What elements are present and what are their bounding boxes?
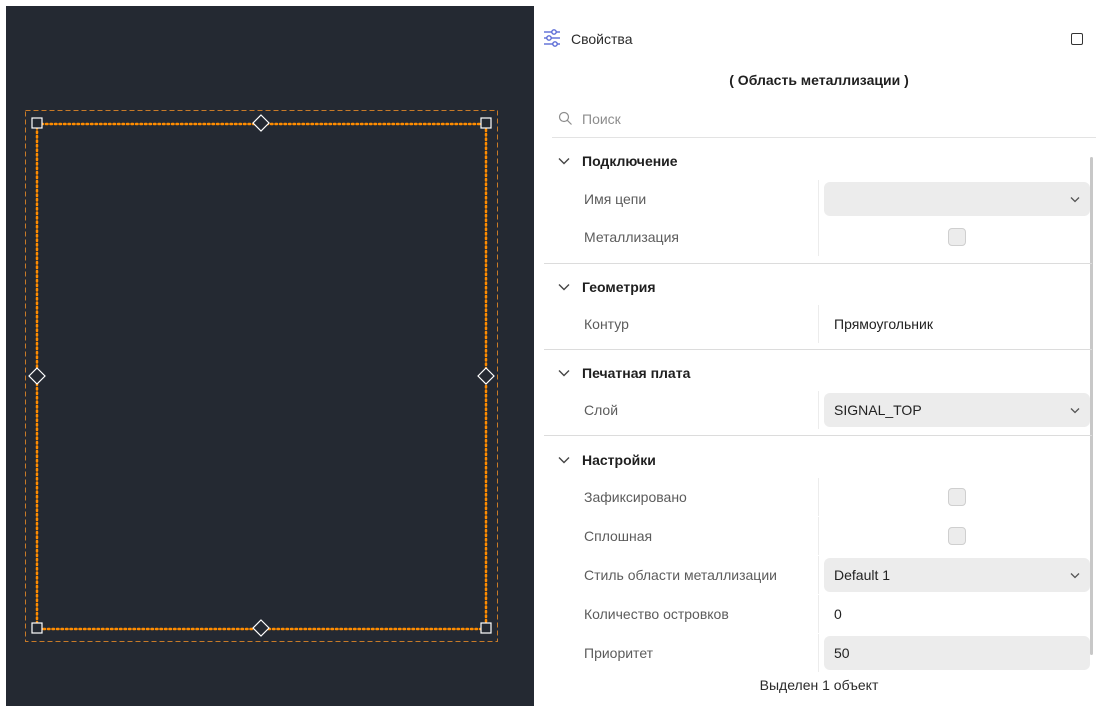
area-style-label: Стиль области металлизации [584,567,777,583]
maximize-icon[interactable] [1071,33,1083,45]
section-pcb-label: Печатная плата [582,365,691,381]
selected-object-type: ( Область металлизации ) [729,72,909,88]
area-style-dropdown[interactable]: Default 1 [824,558,1090,592]
panel-title: Свойства [571,31,633,47]
property-row-area-style: Стиль области металлизации Default 1 [552,556,1092,594]
contour-label: Контур [584,316,629,332]
section-connection-header[interactable]: Подключение [552,143,1082,179]
section-divider [544,435,1092,436]
priority-label: Приоритет [584,645,654,661]
contour-value: Прямоугольник [834,316,933,332]
property-row-islands-count: Количество островков 0 [552,595,1092,633]
selection-status: Выделен 1 объект [759,677,879,693]
canvas-drawing [25,110,498,642]
search-icon [558,111,572,125]
property-row-net-name: Имя цепи [552,180,1092,218]
resize-handle-top-mid[interactable] [252,114,270,132]
selection-bounding-box [25,110,498,642]
section-divider [544,263,1092,264]
column-divider [818,305,819,343]
layer-dropdown[interactable]: SIGNAL_TOP [824,393,1090,427]
solid-checkbox[interactable] [948,527,966,545]
search-input[interactable] [582,107,1072,131]
resize-handle-top-right[interactable] [480,117,492,129]
section-geometry-label: Геометрия [582,279,656,295]
metallization-area-outline[interactable] [35,122,488,631]
area-style-value: Default 1 [834,567,891,583]
priority-value: 50 [834,645,850,661]
resize-handle-right-mid[interactable] [477,367,495,385]
fixed-checkbox[interactable] [948,488,966,506]
resize-handle-bottom-right[interactable] [480,622,492,634]
metallization-label: Металлизация [584,229,679,245]
column-divider [818,478,819,516]
metallization-checkbox[interactable] [948,228,966,246]
layer-value: SIGNAL_TOP [834,402,922,418]
net-name-label: Имя цепи [584,191,647,207]
chevron-down-icon [558,370,570,377]
property-row-metallization: Металлизация [552,218,1092,256]
resize-handle-left-mid[interactable] [28,367,46,385]
islands-count-value[interactable]: 0 [834,606,842,622]
resize-handle-bottom-left[interactable] [31,622,43,634]
section-divider [544,349,1092,350]
section-geometry-header[interactable]: Геометрия [552,269,1082,305]
islands-count-label: Количество островков [584,606,729,622]
section-connection-label: Подключение [582,153,678,169]
properties-sliders-icon [544,29,560,47]
column-divider [818,556,819,594]
chevron-down-icon [1070,573,1080,579]
net-name-dropdown[interactable] [824,182,1090,216]
property-row-solid: Сплошная [552,517,1092,555]
chevron-down-icon [1070,197,1080,203]
column-divider [818,391,819,429]
layer-label: Слой [584,402,619,418]
section-pcb-header[interactable]: Печатная плата [552,355,1082,391]
panel-header: Свойства [538,15,1100,61]
properties-panel: Свойства ( Область металлизации ) Подклю… [538,15,1100,704]
column-divider [818,218,819,256]
priority-input[interactable]: 50 [824,636,1090,670]
section-settings-header[interactable]: Настройки [552,442,1082,478]
property-row-contour: Контур Прямоугольник [552,305,1092,343]
column-divider [818,634,819,672]
property-row-layer: Слой SIGNAL_TOP [552,391,1092,429]
resize-handle-top-left[interactable] [31,117,43,129]
chevron-down-icon [558,457,570,464]
chevron-down-icon [558,284,570,291]
drawing-canvas[interactable] [6,6,534,706]
chevron-down-icon [1070,408,1080,414]
column-divider [818,180,819,218]
resize-handle-bottom-mid[interactable] [252,619,270,637]
property-row-fixed: Зафиксировано [552,478,1092,516]
solid-label: Сплошная [584,528,653,544]
section-settings-label: Настройки [582,452,656,468]
chevron-down-icon [558,158,570,165]
fixed-label: Зафиксировано [584,489,687,505]
property-row-priority: Приоритет 50 [552,634,1092,672]
column-divider [818,517,819,555]
column-divider [818,595,819,633]
search-bar [552,105,1096,138]
